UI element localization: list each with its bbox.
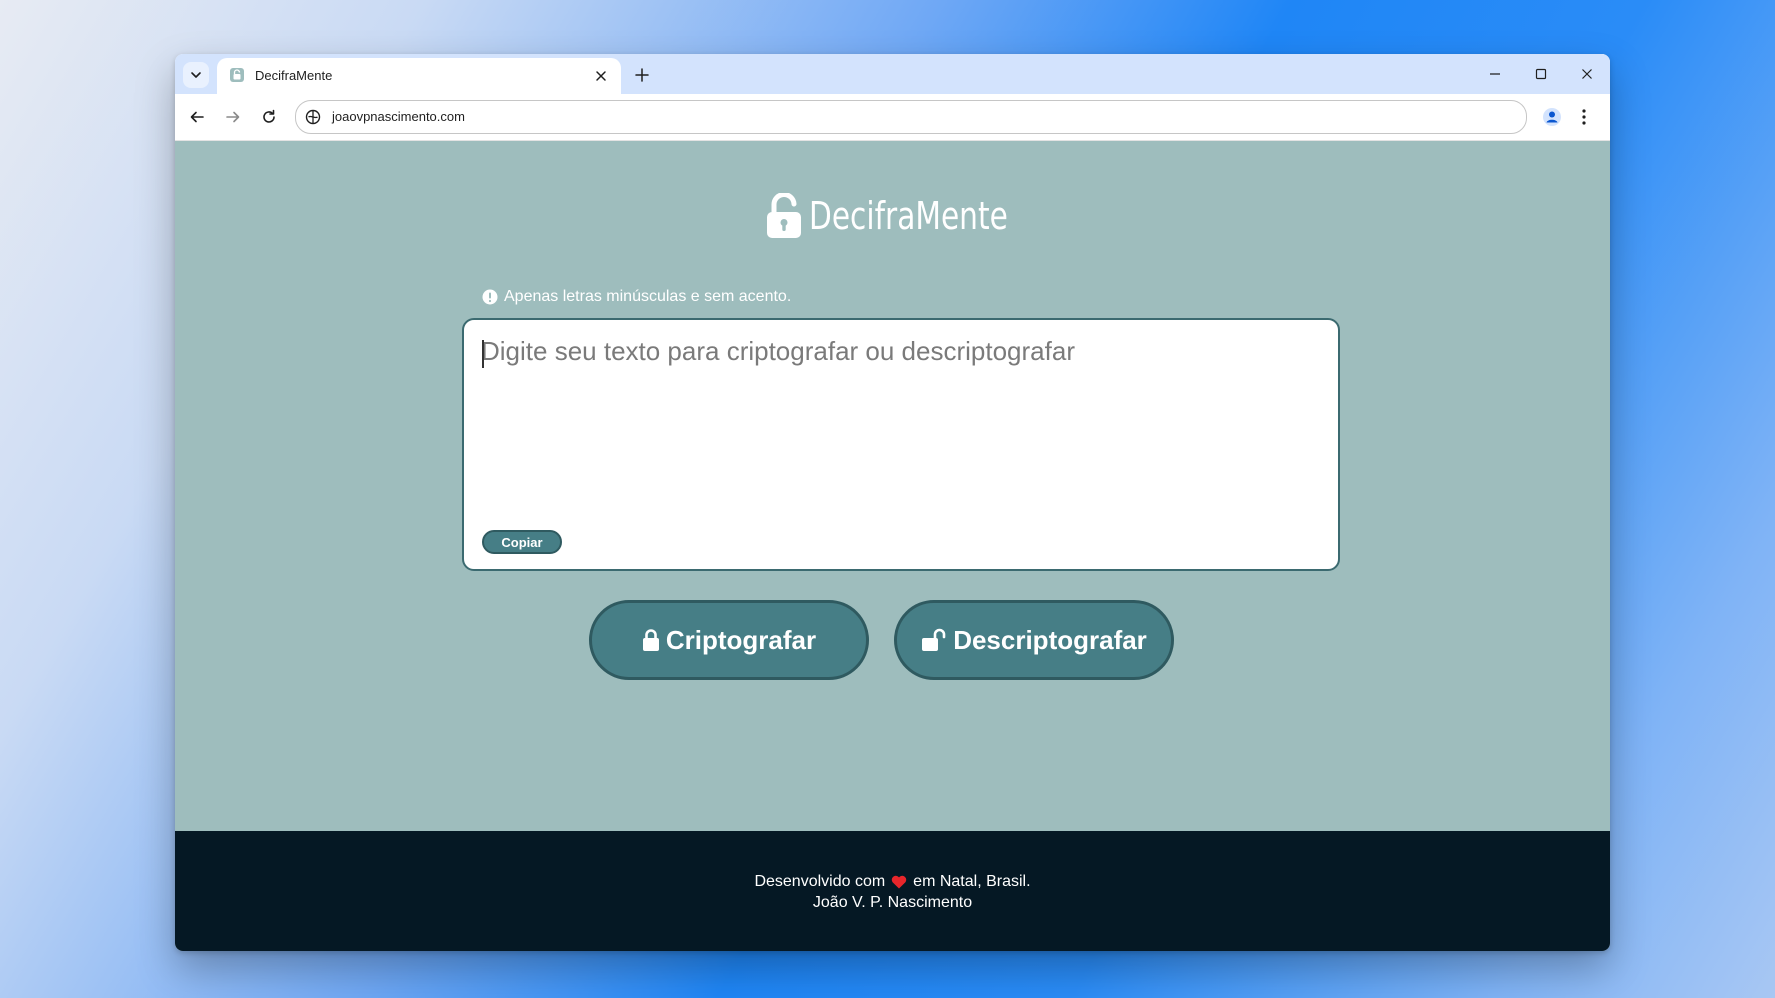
hint-text: Apenas letras minúsculas e sem acento.: [504, 288, 792, 305]
lock-favicon-icon: [230, 68, 244, 82]
tab-search-button[interactable]: [183, 62, 209, 88]
footer-author: João V. P. Nascimento: [812, 894, 973, 911]
close-window-button[interactable]: [1573, 62, 1601, 86]
address-bar[interactable]: joaovpnascimento.com: [295, 100, 1527, 134]
minimize-button[interactable]: [1481, 62, 1509, 86]
browser-window: DecifraMente joaovpnascimento.com Decifr…: [175, 54, 1610, 951]
back-button[interactable]: [185, 105, 209, 129]
url-text: joaovpnascimento.com: [332, 109, 465, 124]
reload-button[interactable]: [257, 105, 281, 129]
unlocked-padlock-icon: [767, 193, 802, 238]
profile-icon: [1543, 108, 1561, 126]
browser-menu-button[interactable]: [1573, 104, 1595, 130]
chevron-down-icon: [191, 72, 201, 78]
maximize-button[interactable]: [1527, 62, 1555, 86]
arrow-left-icon: [190, 111, 204, 123]
arrow-right-icon: [226, 111, 240, 123]
encrypt-button[interactable]: Criptografar: [589, 600, 869, 680]
active-tab[interactable]: DecifraMente: [217, 58, 621, 94]
input-hint: Apenas letras minúsculas e sem acento.: [482, 286, 791, 308]
unlocked-padlock-icon: [922, 628, 946, 651]
forward-button[interactable]: [221, 105, 245, 129]
close-icon: [596, 71, 606, 81]
locked-padlock-icon: [642, 629, 659, 651]
text-caret: [482, 340, 484, 368]
decrypt-button[interactable]: Descriptografar: [894, 600, 1174, 680]
page-viewport: DecifraMente Apenas letras minúsculas e …: [175, 141, 1610, 951]
footer-text-after: em Natal, Brasil.: [913, 873, 1031, 890]
tab-bar: DecifraMente: [175, 54, 1610, 94]
profile-button[interactable]: [1539, 104, 1565, 130]
tab-title: DecifraMente: [255, 68, 333, 83]
new-tab-button[interactable]: [631, 64, 653, 86]
decrypt-label: Descriptografar: [953, 624, 1147, 655]
footer-credit-line: Desenvolvido com em Natal, Brasil.: [175, 873, 1610, 891]
minimize-icon: [1490, 73, 1500, 75]
info-circle-icon: [482, 289, 498, 305]
page-footer: Desenvolvido com em Natal, Brasil. João …: [175, 831, 1610, 951]
encrypt-label: Criptografar: [665, 624, 817, 655]
kebab-menu-icon: [1582, 109, 1586, 125]
message-textarea[interactable]: [481, 336, 1321, 496]
copy-button[interactable]: Copiar: [482, 530, 562, 554]
reload-icon: [263, 109, 275, 123]
tab-close-button[interactable]: [591, 66, 611, 86]
heart-icon: [891, 875, 907, 889]
browser-toolbar: joaovpnascimento.com: [175, 94, 1610, 141]
site-info-icon[interactable]: [304, 108, 322, 126]
text-container: Copiar: [462, 318, 1340, 571]
plus-icon: [635, 68, 649, 82]
app-title: DecifraMente: [809, 194, 1008, 238]
app-logo: DecifraMente: [175, 191, 1610, 241]
close-icon: [1582, 69, 1592, 79]
footer-text-before: Desenvolvido com: [754, 873, 886, 890]
maximize-icon: [1535, 68, 1547, 80]
